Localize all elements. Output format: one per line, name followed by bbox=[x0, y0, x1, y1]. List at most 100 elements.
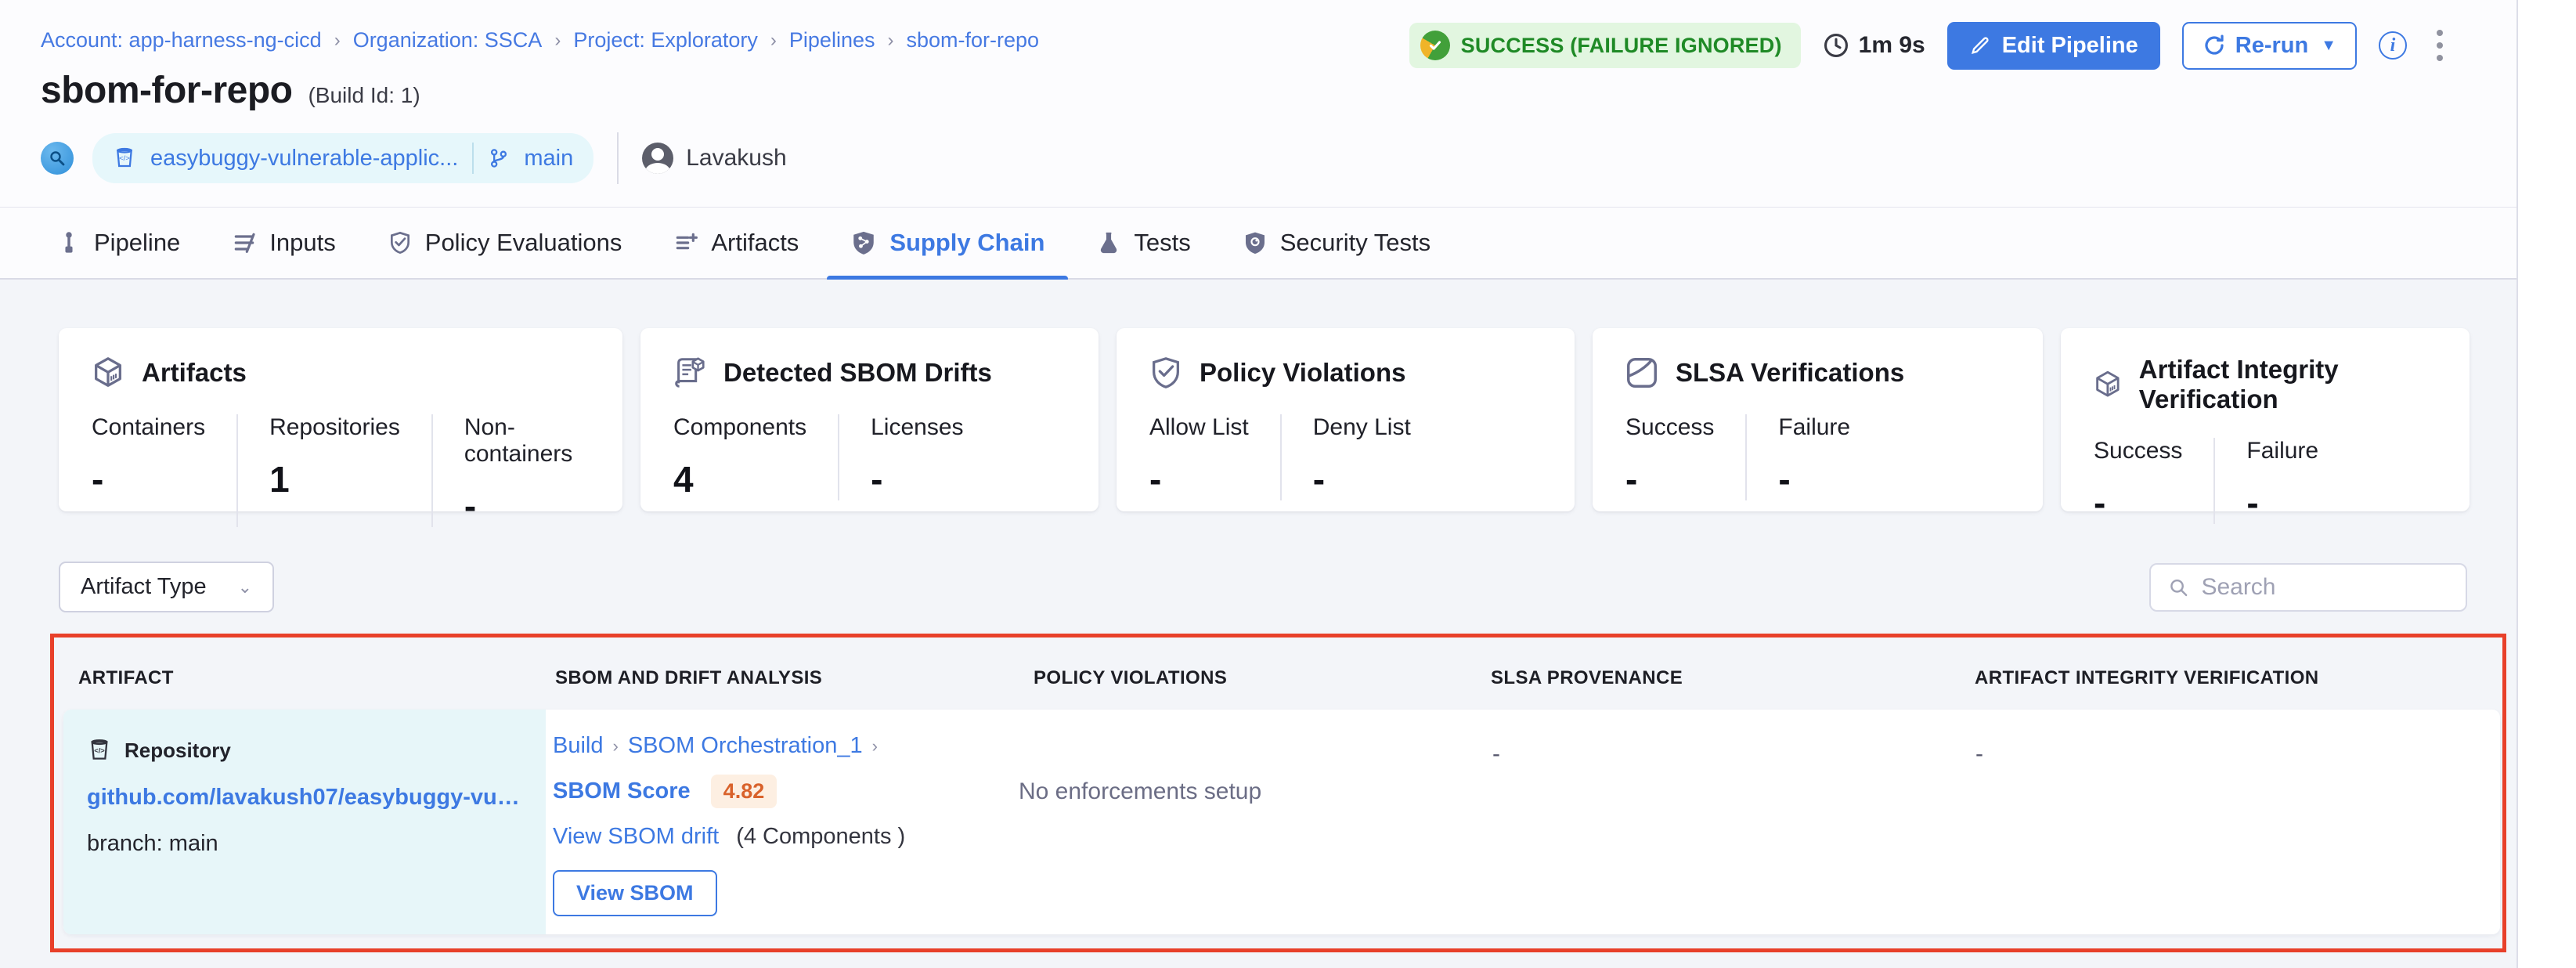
artifact-repo-link[interactable]: github.com/lavakush07/easybuggy-vulner..… bbox=[87, 785, 522, 811]
tab-supply-chain[interactable]: Supply Chain bbox=[850, 208, 1044, 278]
breadcrumb-organization[interactable]: Organization: SSCA bbox=[353, 28, 543, 52]
stat-value: - bbox=[1625, 458, 1714, 500]
stat-label: Components bbox=[673, 414, 806, 441]
repository-icon: </> bbox=[113, 146, 136, 170]
shield-check-icon bbox=[388, 230, 413, 255]
stat-label: Licenses bbox=[871, 414, 963, 441]
tab-policy-evaluations[interactable]: Policy Evaluations bbox=[388, 208, 622, 278]
clock-icon bbox=[1823, 32, 1849, 59]
chevron-separator: › bbox=[770, 30, 777, 52]
cube-icon bbox=[90, 355, 126, 391]
svg-text:</>: </> bbox=[94, 746, 105, 754]
sbom-crumb-orchestration[interactable]: SBOM Orchestration_1 bbox=[628, 733, 863, 759]
tab-tests[interactable]: Tests bbox=[1096, 208, 1190, 278]
edit-pipeline-label: Edit Pipeline bbox=[2002, 33, 2138, 59]
branch-link[interactable]: main bbox=[524, 146, 573, 172]
artifact-integrity-cell: - bbox=[1975, 710, 2445, 934]
chevron-separator: › bbox=[872, 736, 878, 757]
duration: 1m 9s bbox=[1823, 32, 1925, 59]
stat-repositories: Repositories 1 bbox=[236, 414, 431, 527]
stat-allow-list: Allow List - bbox=[1148, 414, 1280, 500]
repo-chip: </> easybuggy-vulnerable-applic... main bbox=[92, 133, 593, 183]
stat-integrity-failure: Failure - bbox=[2213, 438, 2350, 524]
supply-chain-icon bbox=[850, 229, 877, 256]
tab-label: Security Tests bbox=[1280, 229, 1431, 257]
chevron-separator: › bbox=[554, 30, 561, 52]
execution-tabbar: Pipeline Inputs Policy Evaluations Artif… bbox=[0, 208, 2516, 280]
view-sbom-drift-link[interactable]: View SBOM drift bbox=[553, 824, 719, 850]
stat-label: Allow List bbox=[1149, 414, 1249, 441]
sbom-crumb-build[interactable]: Build bbox=[553, 733, 604, 759]
divider bbox=[472, 143, 474, 174]
filter-row: Artifact Type ⌄ bbox=[59, 562, 2467, 612]
artifacts-icon bbox=[673, 230, 698, 255]
search-input[interactable] bbox=[2201, 574, 2448, 601]
tab-label: Policy Evaluations bbox=[425, 229, 622, 257]
tab-inputs[interactable]: Inputs bbox=[232, 208, 335, 278]
breadcrumb-pipelines[interactable]: Pipelines bbox=[789, 28, 875, 52]
card-artifacts: Artifacts Containers - Repositories 1 No… bbox=[59, 328, 622, 511]
stat-value: 4 bbox=[673, 458, 806, 500]
breadcrumb-project[interactable]: Project: Exploratory bbox=[573, 28, 758, 52]
page-title: sbom-for-repo bbox=[41, 69, 292, 112]
sbom-score-label: SBOM Score bbox=[553, 778, 691, 804]
status-badge: SUCCESS (FAILURE IGNORED) bbox=[1409, 23, 1801, 68]
git-branch-icon bbox=[488, 147, 510, 169]
stat-label: Repositories bbox=[269, 414, 400, 441]
page-title-row: sbom-for-repo (Build Id: 1) bbox=[41, 69, 420, 112]
card-slsa-verifications: SLSA Verifications Success - Failure - bbox=[1593, 328, 2043, 511]
user-avatar-icon bbox=[642, 143, 673, 174]
inputs-icon bbox=[232, 230, 257, 255]
stat-slsa-success: Success - bbox=[1624, 414, 1745, 500]
card-title: Artifact Integrity Verification bbox=[2139, 355, 2438, 414]
tab-artifacts[interactable]: Artifacts bbox=[673, 208, 799, 278]
edit-pipeline-button[interactable]: Edit Pipeline bbox=[1947, 22, 2160, 70]
view-sbom-button[interactable]: View SBOM bbox=[553, 870, 717, 916]
rerun-button[interactable]: Re-run ▼ bbox=[2182, 22, 2357, 70]
divider bbox=[617, 132, 619, 184]
stat-label: Failure bbox=[2246, 438, 2318, 464]
success-check-icon bbox=[1420, 31, 1450, 60]
artifact-branch: branch: main bbox=[87, 831, 522, 857]
triggered-by-user: Lavakush bbox=[642, 143, 786, 174]
tab-label: Artifacts bbox=[711, 229, 799, 257]
stat-value: - bbox=[1313, 458, 1411, 500]
stat-non-containers: Non-containers - bbox=[431, 414, 604, 527]
stat-label: Non-containers bbox=[464, 414, 572, 468]
security-shield-icon bbox=[1243, 230, 1268, 255]
tab-security-tests[interactable]: Security Tests bbox=[1243, 208, 1431, 278]
search-icon bbox=[2168, 576, 2188, 599]
trigger-type-icon bbox=[41, 142, 74, 175]
col-artifact: ARTIFACT bbox=[78, 667, 174, 689]
info-icon[interactable]: i bbox=[2379, 31, 2407, 60]
pipeline-icon bbox=[56, 230, 81, 255]
stat-deny-list: Deny List - bbox=[1280, 414, 1442, 500]
page-header: Account: app-harness-ng-cicd › Organizat… bbox=[0, 0, 2516, 208]
breadcrumb-current-pipeline[interactable]: sbom-for-repo bbox=[906, 28, 1039, 52]
card-title: Policy Violations bbox=[1200, 358, 1405, 388]
svg-text:</>: </> bbox=[119, 154, 130, 162]
stat-label: Failure bbox=[1778, 414, 1850, 441]
stat-integrity-success: Success - bbox=[2092, 438, 2213, 524]
card-sbom-drifts: Detected SBOM Drifts Components 4 Licens… bbox=[640, 328, 1099, 511]
stat-value: - bbox=[92, 458, 205, 500]
tab-label: Pipeline bbox=[94, 229, 180, 257]
stat-containers: Containers - bbox=[90, 414, 236, 527]
card-title: Detected SBOM Drifts bbox=[723, 358, 992, 388]
artifact-type-label: Artifact Type bbox=[81, 574, 207, 600]
repo-link[interactable]: easybuggy-vulnerable-applic... bbox=[150, 146, 458, 172]
stat-value: - bbox=[871, 458, 963, 500]
more-options-menu[interactable] bbox=[2429, 25, 2451, 66]
stat-value: - bbox=[1149, 458, 1249, 500]
card-title: Artifacts bbox=[142, 358, 247, 388]
cube-icon bbox=[2092, 367, 2123, 403]
artifact-type-select[interactable]: Artifact Type ⌄ bbox=[59, 562, 274, 612]
stat-components: Components 4 bbox=[672, 414, 838, 500]
chevron-separator: › bbox=[887, 30, 893, 52]
tab-pipeline[interactable]: Pipeline bbox=[56, 208, 180, 278]
flask-icon bbox=[1096, 230, 1121, 255]
repository-icon: </> bbox=[87, 738, 112, 763]
table-row: </> Repository github.com/lavakush07/eas… bbox=[63, 710, 2500, 934]
caret-down-icon: ▼ bbox=[2321, 37, 2336, 55]
breadcrumb-account[interactable]: Account: app-harness-ng-cicd bbox=[41, 28, 322, 52]
